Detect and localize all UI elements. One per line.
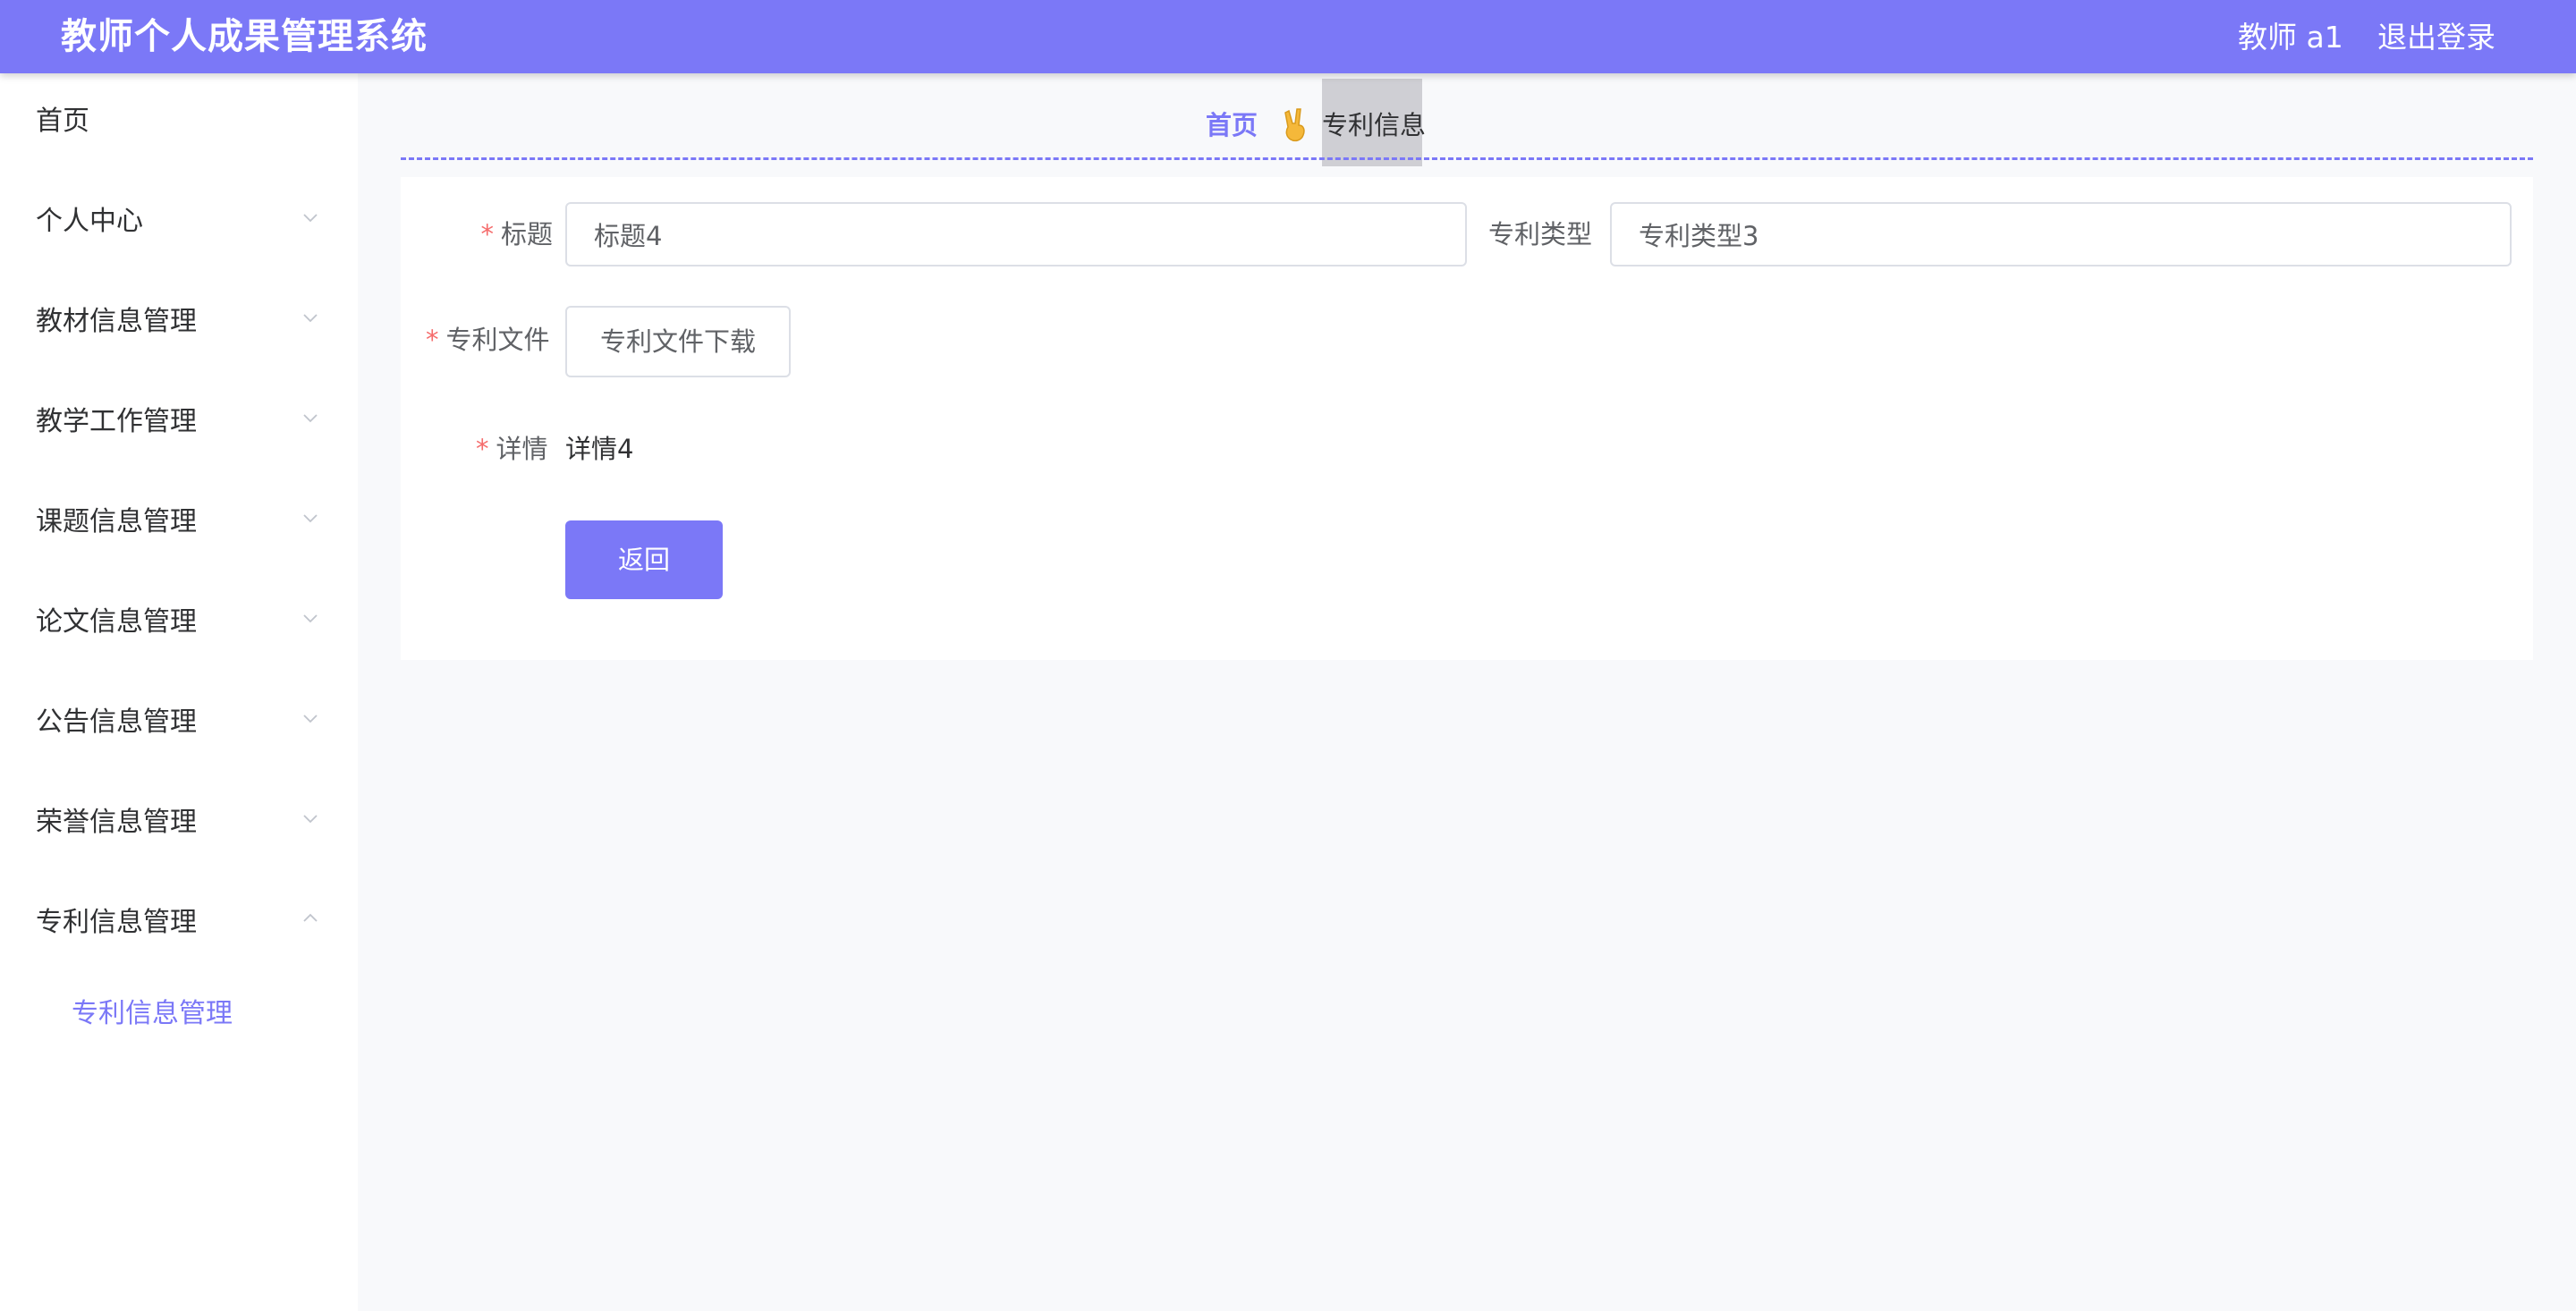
sidebar-item-teaching[interactable]: 教学工作管理 <box>0 395 358 449</box>
chevron-down-icon <box>303 614 318 623</box>
patent-file-download-button[interactable]: 专利文件下载 <box>565 306 791 377</box>
chevron-down-icon <box>303 414 318 423</box>
sidebar-item-label: 首页 <box>36 106 89 137</box>
title-label-text: 标题 <box>500 219 553 250</box>
sidebar-item-label: 荣誉信息管理 <box>36 807 197 838</box>
sidebar-item-paper[interactable]: 论文信息管理 <box>0 596 358 649</box>
chevron-down-icon <box>303 715 318 723</box>
app-title: 教师个人成果管理系统 <box>61 16 428 57</box>
detail-label: * 详情 <box>476 431 548 467</box>
sidebar-item-label: 公告信息管理 <box>36 706 197 738</box>
chevron-up-icon <box>303 913 318 922</box>
sidebar-item-notice[interactable]: 公告信息管理 <box>0 696 358 749</box>
chevron-down-icon <box>303 514 318 523</box>
detail-label-text: 详情 <box>496 434 548 464</box>
sidebar-item-profile[interactable]: 个人中心 <box>0 195 358 249</box>
current-user: 教师 a1 <box>2238 20 2343 55</box>
sidebar-item-label: 专利信息管理 <box>36 907 197 938</box>
title-input[interactable] <box>565 202 1467 266</box>
back-button[interactable]: 返回 <box>565 520 723 599</box>
required-mark: * <box>426 325 439 355</box>
required-mark: * <box>480 219 494 250</box>
top-header: 教师个人成果管理系统 教师 a1 退出登录 <box>0 0 2576 73</box>
sidebar-item-project[interactable]: 课题信息管理 <box>0 495 358 549</box>
patent-detail-form: *标题 专利类型 *专利文件 专利文件下载 *详情 详情4 返回 <box>401 177 2533 660</box>
sidebar-item-label: 教学工作管理 <box>36 406 197 437</box>
patent-file-label: * 专利文件 <box>426 322 550 358</box>
sidebar: 首页 个人中心 教材信息管理 教学工作管理 课题信息管理 论文信息管理 公告信息… <box>0 73 358 1311</box>
patent-file-label-text: 专利文件 <box>445 325 550 355</box>
patent-type-label: 专利类型 <box>1488 219 1593 250</box>
sidebar-item-label: 个人中心 <box>36 206 143 237</box>
chevron-down-icon <box>303 214 318 223</box>
patent-type-input[interactable] <box>1610 202 2512 266</box>
sidebar-item-textbook[interactable]: 教材信息管理 <box>0 295 358 349</box>
required-mark: * <box>476 434 489 464</box>
submenu-item-patent-manage[interactable]: 专利信息管理 <box>0 987 358 1041</box>
breadcrumb-divider <box>401 157 2533 160</box>
sidebar-item-label: 课题信息管理 <box>36 506 197 537</box>
sidebar-item-patent[interactable]: 专利信息管理 <box>0 896 358 950</box>
logout-link[interactable]: 退出登录 <box>2377 18 2496 57</box>
chevron-down-icon <box>303 314 318 323</box>
title-label: * 标题 <box>476 216 553 252</box>
sidebar-item-label: 论文信息管理 <box>36 606 197 638</box>
sidebar-item-home[interactable]: 首页 <box>0 95 358 148</box>
detail-value: 详情4 <box>565 434 634 464</box>
breadcrumb-home[interactable]: 首页 <box>1206 107 1258 143</box>
sidebar-item-honor[interactable]: 荣誉信息管理 <box>0 796 358 850</box>
submenu-item-label: 专利信息管理 <box>72 998 233 1029</box>
sidebar-item-label: 教材信息管理 <box>36 306 197 337</box>
breadcrumb-current: 专利信息 <box>1322 110 1427 140</box>
chevron-down-icon <box>303 815 318 824</box>
victory-hand-icon <box>1284 108 1305 142</box>
